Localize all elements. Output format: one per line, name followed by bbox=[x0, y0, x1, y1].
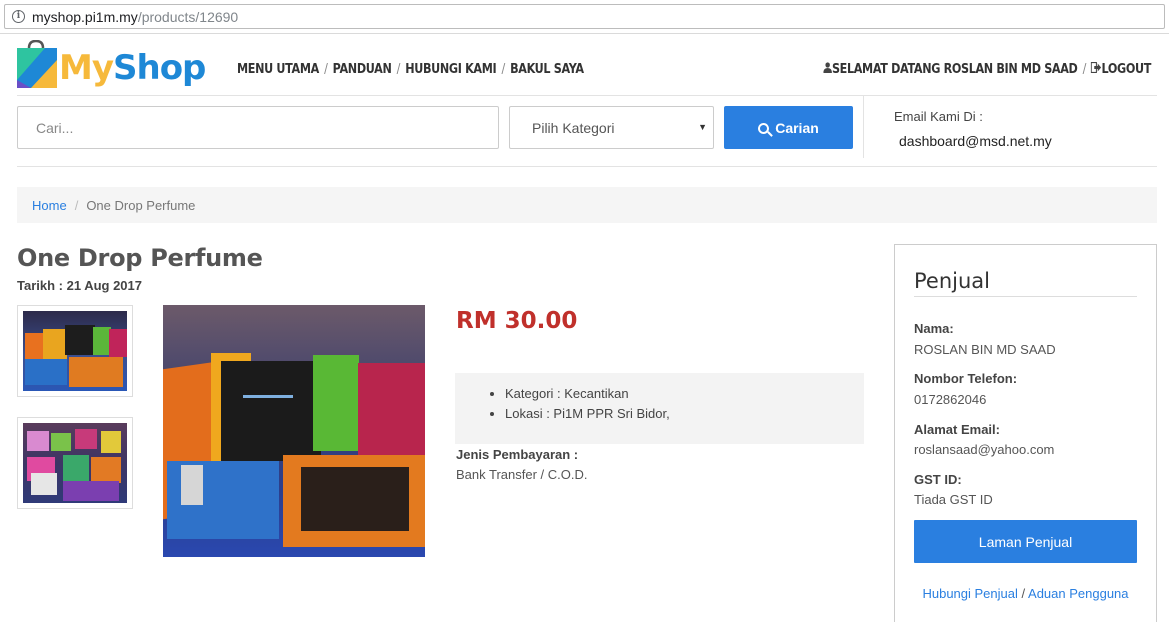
product-date: Tarikh : 21 Aug 2017 bbox=[17, 278, 142, 293]
product-category: Kategori : Kecantikan bbox=[505, 384, 864, 404]
user-welcome-link[interactable]: SELAMAT DATANG ROSLAN BIN MD SAAD bbox=[823, 62, 1078, 77]
product-thumbnail-1[interactable] bbox=[17, 305, 133, 397]
category-selected: Pilih Kategori bbox=[532, 120, 615, 136]
search-button-label: Carian bbox=[775, 119, 819, 136]
category-select[interactable]: Pilih Kategori ▼ bbox=[509, 106, 714, 149]
url-path: /products/12690 bbox=[137, 9, 239, 25]
product-thumbnail-2[interactable] bbox=[17, 417, 133, 509]
seller-name-label: Nama: bbox=[914, 321, 954, 336]
seller-link-separator: / bbox=[1021, 586, 1026, 601]
logout-label: LOGOUT bbox=[1101, 62, 1151, 77]
dropdown-arrow-icon: ▼ bbox=[698, 122, 707, 132]
search-icon bbox=[758, 122, 770, 134]
product-location: Lokasi : Pi1M PPR Sri Bidor, bbox=[505, 404, 864, 424]
contact-seller-link[interactable]: Hubungi Penjual bbox=[922, 586, 1017, 601]
search-button[interactable]: Carian bbox=[724, 106, 853, 149]
breadcrumb-home[interactable]: Home bbox=[32, 198, 67, 213]
breadcrumb: Home / One Drop Perfume bbox=[17, 187, 1157, 223]
site-logo[interactable]: MyShop bbox=[17, 39, 206, 90]
nav-separator: / bbox=[324, 62, 328, 77]
payment-type-value: Bank Transfer / C.O.D. bbox=[456, 467, 588, 482]
nav-separator: / bbox=[396, 62, 401, 77]
logo-wordmark: MyShop bbox=[59, 48, 206, 88]
seller-name-value: ROSLAN BIN MD SAAD bbox=[914, 342, 1056, 357]
breadcrumb-current: One Drop Perfume bbox=[86, 198, 196, 213]
seller-phone-value: 0172862046 bbox=[914, 392, 987, 407]
header-divider bbox=[17, 95, 1157, 96]
seller-email-label: Alamat Email: bbox=[914, 422, 1000, 437]
user-icon bbox=[823, 62, 832, 73]
info-icon[interactable]: i bbox=[12, 10, 25, 23]
product-main-image[interactable] bbox=[163, 305, 425, 557]
vertical-divider bbox=[863, 96, 864, 158]
thumbnail-image-2 bbox=[23, 423, 127, 503]
seller-heading: Penjual bbox=[914, 269, 990, 293]
url-host: myshop.pi1m.my bbox=[32, 9, 138, 25]
seller-phone-label: Nombor Telefon: bbox=[914, 371, 1018, 386]
contact-email-value: dashboard@msd.net.my bbox=[899, 133, 1052, 149]
nav-menu-utama[interactable]: MENU UTAMA bbox=[237, 62, 319, 77]
product-details-box: Kategori : Kecantikan Lokasi : Pi1M PPR … bbox=[455, 373, 864, 444]
search-input[interactable] bbox=[17, 106, 499, 149]
welcome-text: SELAMAT DATANG ROSLAN BIN MD SAAD bbox=[831, 62, 1078, 77]
nav-separator: / bbox=[501, 62, 505, 77]
product-price: RM 30.00 bbox=[456, 308, 578, 334]
logo-shop: Shop bbox=[113, 48, 206, 88]
seller-gst-value: Tiada GST ID bbox=[914, 492, 993, 507]
contact-email-label: Email Kami Di : bbox=[894, 109, 983, 124]
user-complaint-link[interactable]: Aduan Pengguna bbox=[1028, 586, 1128, 601]
seller-gst-label: GST ID: bbox=[914, 472, 962, 487]
product-title: One Drop Perfume bbox=[17, 244, 263, 272]
seller-panel: Penjual Nama: ROSLAN BIN MD SAAD Nombor … bbox=[894, 244, 1157, 622]
seller-links: Hubungi Penjual / Aduan Pengguna bbox=[895, 586, 1156, 601]
url-text[interactable]: myshop.pi1m.my/products/12690 bbox=[32, 9, 238, 25]
nav-panduan[interactable]: PANDUAN bbox=[333, 62, 392, 77]
breadcrumb-separator: / bbox=[74, 198, 79, 213]
user-nav-separator: / bbox=[1082, 62, 1087, 77]
payment-type-label: Jenis Pembayaran : bbox=[456, 447, 579, 462]
logout-icon bbox=[1091, 61, 1102, 74]
main-nav: MENU UTAMA / PANDUAN / HUBUNGI KAMI / BAKUL SA… bbox=[237, 62, 584, 77]
seller-email-value: roslansaad@yahoo.com bbox=[914, 442, 1055, 457]
nav-bakul-saya[interactable]: BAKUL SAYA bbox=[510, 62, 584, 77]
user-nav: SELAMAT DATANG ROSLAN BIN MD SAAD / LOGOUT bbox=[823, 61, 1151, 77]
logout-link[interactable]: LOGOUT bbox=[1091, 61, 1151, 77]
logo-my: My bbox=[59, 48, 114, 88]
nav-hubungi-kami[interactable]: HUBUNGI KAMI bbox=[405, 62, 496, 77]
shopping-bag-logo-icon bbox=[17, 39, 57, 88]
thumbnail-image-1 bbox=[23, 311, 127, 391]
browser-address-bar: i myshop.pi1m.my/products/12690 bbox=[0, 0, 1169, 34]
url-field[interactable]: i myshop.pi1m.my/products/12690 bbox=[4, 4, 1165, 29]
seller-page-button[interactable]: Laman Penjual bbox=[914, 520, 1137, 563]
seller-divider bbox=[914, 296, 1137, 297]
search-divider bbox=[17, 166, 1157, 167]
